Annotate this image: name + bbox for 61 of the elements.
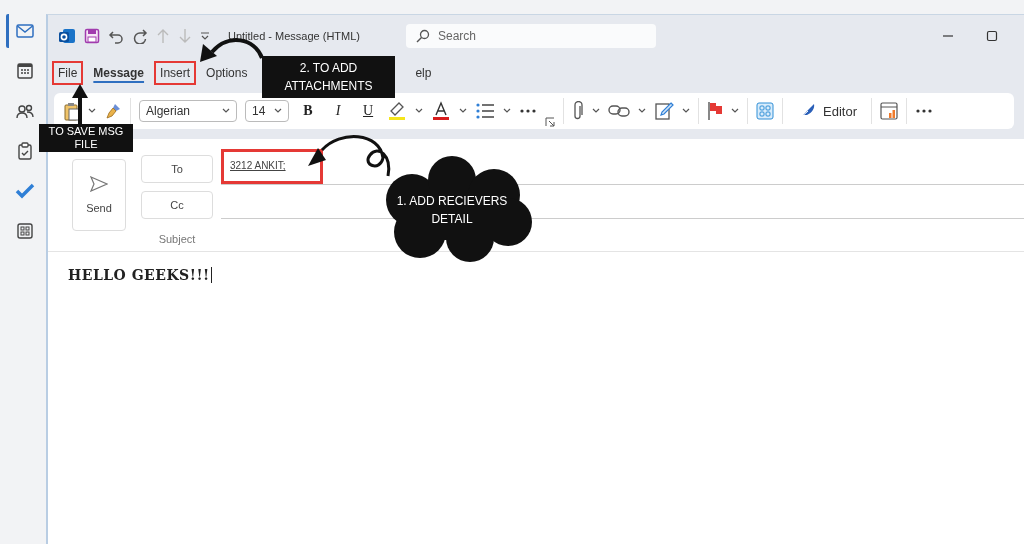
caret-icon[interactable] (415, 108, 423, 114)
editor-button[interactable]: Editor (791, 101, 863, 121)
font-color-icon[interactable] (431, 101, 451, 121)
more-icon[interactable] (914, 108, 933, 114)
callout-label: TO SAVE MSG FILE (39, 124, 133, 152)
caret-icon[interactable] (503, 108, 511, 114)
calendar-icon (14, 61, 35, 81)
highlighter-icon[interactable] (387, 101, 407, 121)
customize-caret-icon[interactable] (200, 31, 210, 41)
search-input[interactable]: Search (438, 29, 638, 43)
mail-app-logo-icon[interactable] (58, 27, 76, 45)
font-dropdown[interactable]: Algerian (139, 100, 237, 122)
caret-icon[interactable] (222, 108, 230, 114)
send-icon (90, 176, 108, 192)
mail-icon (14, 21, 35, 41)
send-button[interactable]: Send (72, 159, 126, 231)
ribbon-tab[interactable]: elp (409, 61, 438, 85)
ribbon-tab[interactable]: Insert (154, 61, 197, 85)
ribbon-tab[interactable]: File (52, 61, 84, 85)
paperclip-icon[interactable] (572, 101, 584, 121)
cloud-callout-text: 1. ADD RECIEVERS DETAIL (395, 193, 509, 228)
subject-label: Subject (157, 232, 197, 247)
cc-button[interactable]: Cc (141, 191, 213, 219)
recipient-chip[interactable]: 3212 ANKIT; (221, 149, 323, 184)
curved-arrow (200, 38, 264, 62)
bullet-list-icon[interactable] (475, 102, 495, 120)
quill-pen-icon (797, 102, 817, 120)
redo-icon[interactable] (132, 28, 148, 44)
dialog-launcher-icon[interactable] (545, 117, 555, 127)
caret-icon[interactable] (592, 108, 600, 114)
caret-icon[interactable] (638, 108, 646, 114)
caret-icon[interactable] (682, 108, 690, 114)
maximize-icon[interactable] (986, 30, 998, 42)
ribbon-tab[interactable]: Options (200, 61, 254, 85)
italic-button[interactable]: I (327, 102, 349, 120)
more-icon[interactable] (519, 108, 537, 114)
straight-arrow (72, 84, 88, 124)
font-size-dropdown[interactable]: 14 (245, 100, 289, 122)
ribbon-tab[interactable]: Message (87, 61, 151, 85)
calendar-chart-icon[interactable] (879, 102, 898, 120)
caret-icon[interactable] (88, 108, 96, 114)
bold-button[interactable]: B (297, 102, 319, 120)
paintbrush-icon[interactable] (104, 102, 122, 120)
undo-icon[interactable] (108, 28, 124, 44)
flag-icon[interactable] (707, 101, 723, 121)
caret-icon[interactable] (731, 108, 739, 114)
checkmark-icon (14, 181, 35, 201)
caret-icon[interactable] (274, 108, 282, 114)
search-field[interactable]: Search (406, 24, 656, 48)
callout-label: 2. TO ADD ATTACHMENTS (262, 56, 395, 98)
apps-icon[interactable] (756, 102, 774, 120)
apps-icon (14, 221, 35, 241)
search-icon (416, 29, 430, 43)
underline-button[interactable]: U (357, 102, 379, 120)
paste-icon[interactable] (64, 101, 80, 121)
caret-icon[interactable] (459, 108, 467, 114)
signature-icon[interactable] (654, 101, 674, 121)
link-icon[interactable] (608, 104, 630, 118)
to-button[interactable]: To (141, 155, 213, 183)
save-icon[interactable] (84, 28, 100, 44)
message-body-text[interactable]: HELLO GEEKS!!! (68, 267, 212, 283)
